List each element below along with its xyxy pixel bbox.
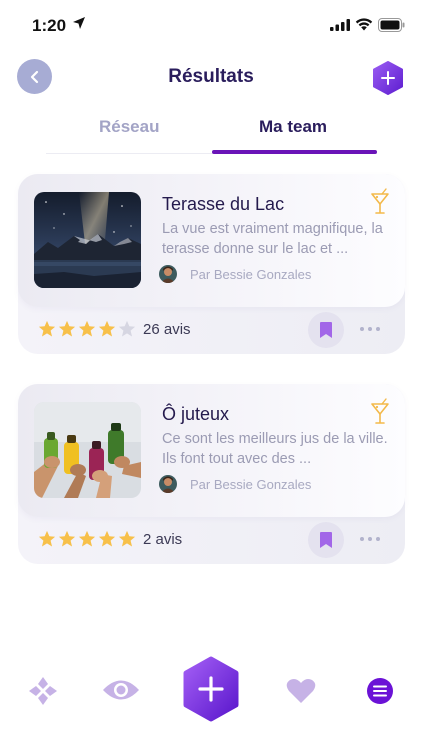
bookmark-icon bbox=[320, 322, 332, 338]
more-options-button[interactable] bbox=[360, 532, 384, 546]
flower-icon[interactable] bbox=[27, 675, 59, 707]
drink-icon bbox=[371, 398, 389, 424]
star-icon bbox=[98, 320, 116, 337]
tab-reseau[interactable]: Réseau bbox=[99, 117, 159, 137]
result-author: Par Bessie Gonzales bbox=[190, 267, 312, 282]
star-icon bbox=[38, 530, 56, 547]
wifi-icon bbox=[355, 18, 373, 31]
drink-icon bbox=[371, 188, 389, 214]
more-dot bbox=[360, 537, 364, 541]
battery-icon bbox=[378, 18, 405, 32]
star-icon bbox=[58, 530, 76, 547]
more-dot bbox=[368, 327, 372, 331]
result-photo bbox=[34, 192, 141, 288]
star-icon bbox=[98, 530, 116, 547]
result-description: La vue est vraiment magnifique, la teras… bbox=[162, 221, 383, 257]
star-icon bbox=[78, 320, 96, 337]
heart-icon[interactable] bbox=[286, 678, 316, 704]
cellular-signal-icon bbox=[330, 19, 350, 31]
eye-icon[interactable] bbox=[102, 677, 140, 703]
add-icon[interactable] bbox=[181, 656, 241, 722]
avatar bbox=[159, 265, 177, 283]
tab-bar: Réseau Ma team bbox=[46, 112, 377, 154]
result-photo bbox=[34, 402, 141, 498]
add-button[interactable] bbox=[371, 61, 405, 95]
star-icon bbox=[58, 320, 76, 337]
status-bar: 1:20 bbox=[0, 0, 422, 50]
result-card: Terasse du Lac La vue est vraiment magni… bbox=[18, 174, 405, 354]
bookmark-button[interactable] bbox=[308, 312, 344, 348]
result-author: Par Bessie Gonzales bbox=[190, 477, 312, 492]
avatar bbox=[159, 475, 177, 493]
more-dot bbox=[376, 537, 380, 541]
bookmark-icon bbox=[320, 532, 332, 548]
more-dot bbox=[376, 327, 380, 331]
active-tab-indicator bbox=[212, 150, 377, 154]
result-title: Terasse du Lac bbox=[162, 194, 285, 214]
result-card: Ô juteux Ce sont les meilleurs jus de la… bbox=[18, 384, 405, 564]
result-title: Ô juteux bbox=[162, 404, 230, 424]
more-dot bbox=[368, 537, 372, 541]
rating-stars bbox=[38, 320, 136, 338]
star-icon bbox=[38, 320, 56, 337]
review-count: 26 avis bbox=[143, 321, 191, 338]
bookmark-button[interactable] bbox=[308, 522, 344, 558]
more-options-button[interactable] bbox=[360, 322, 384, 336]
result-card-body[interactable]: Ô juteux Ce sont les meilleurs jus de la… bbox=[18, 384, 405, 517]
review-count: 2 avis bbox=[143, 531, 183, 548]
more-dot bbox=[360, 327, 364, 331]
star-empty-icon bbox=[118, 320, 136, 337]
rating-stars bbox=[38, 530, 136, 548]
star-icon bbox=[78, 530, 96, 547]
bottom-nav bbox=[0, 650, 422, 730]
menu-icon[interactable] bbox=[366, 677, 394, 705]
result-description: Ce sont les meilleurs jus de la ville. I… bbox=[162, 431, 388, 467]
page-title: Résultats bbox=[168, 66, 254, 87]
result-card-body[interactable]: Terasse du Lac La vue est vraiment magni… bbox=[18, 174, 405, 307]
tab-ma-team[interactable]: Ma team bbox=[259, 117, 327, 137]
location-arrow-icon bbox=[73, 17, 85, 29]
star-icon bbox=[118, 530, 136, 547]
status-time: 1:20 bbox=[32, 16, 67, 35]
